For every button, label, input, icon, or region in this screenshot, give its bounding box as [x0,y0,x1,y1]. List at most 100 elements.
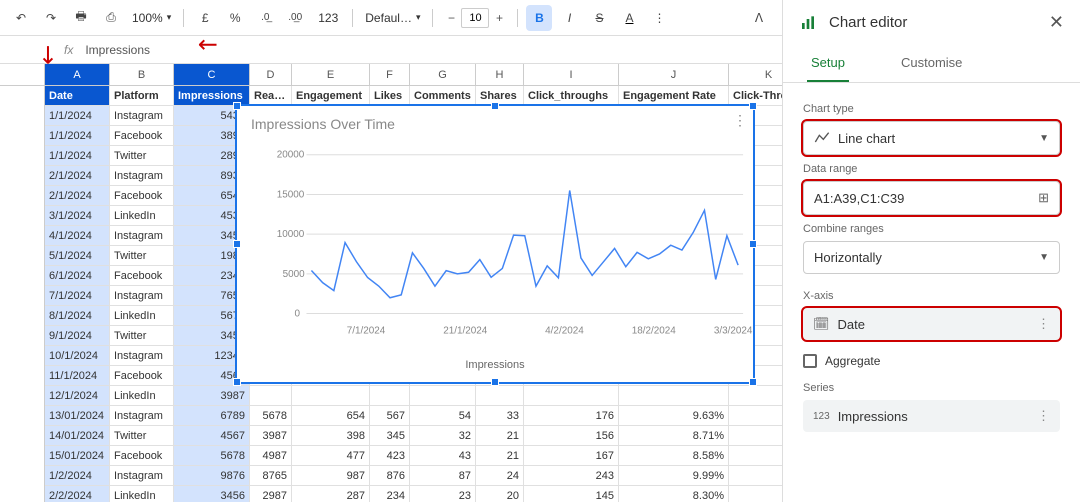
cell[interactable]: 477 [292,446,370,465]
cell[interactable] [619,386,729,405]
grid-icon[interactable]: ⊞ [1038,190,1049,206]
cell[interactable]: Facebook [110,366,174,385]
cell[interactable]: 12/1/2024 [45,386,110,405]
cell[interactable]: 423 [370,446,410,465]
cell[interactable]: Facebook [110,186,174,205]
cell[interactable]: Twitter [110,246,174,265]
close-editor-button[interactable]: ✕ [1049,12,1064,33]
cell[interactable]: 287 [292,486,370,502]
cell[interactable]: 9.99% [619,466,729,485]
cell[interactable]: 3456 [174,486,250,502]
col-header[interactable]: E [292,64,370,85]
decrease-decimal-button[interactable]: .0̲ [252,5,278,31]
series-more-button[interactable]: ⋮ [1037,408,1050,424]
cell[interactable]: Click_throughs [524,86,619,105]
cell[interactable]: Engagement Rate [619,86,729,105]
cell[interactable]: 2/1/2024 [45,166,110,185]
undo-button[interactable]: ↶ [8,5,34,31]
cell[interactable]: 2987 [250,486,292,502]
cell[interactable]: 234 [370,486,410,502]
cell[interactable]: Platform [110,86,174,105]
paint-format-button[interactable]: ⎙ [98,5,124,31]
font-size-input[interactable] [461,8,489,28]
cell[interactable]: Instagram [110,166,174,185]
cell[interactable]: 15/01/2024 [45,446,110,465]
aggregate-checkbox-row[interactable]: Aggregate [803,354,1060,368]
print-button[interactable]: 🖶 [68,5,94,31]
number-format-button[interactable]: 123 [312,5,344,31]
redo-button[interactable]: ↷ [38,5,64,31]
strike-button[interactable]: S [586,5,612,31]
font-size-decrease[interactable]: − [441,7,461,29]
cell[interactable] [476,386,524,405]
cell[interactable]: 6789 [174,406,250,425]
cell[interactable]: 1/2/2024 [45,466,110,485]
cell[interactable]: 10/1/2024 [45,346,110,365]
cell[interactable]: Instagram [110,406,174,425]
cell[interactable]: 1/1/2024 [45,146,110,165]
bold-button[interactable]: B [526,5,552,31]
italic-button[interactable]: I [556,5,582,31]
cell[interactable]: Facebook [110,126,174,145]
cell[interactable]: 9/1/2024 [45,326,110,345]
percent-button[interactable]: % [222,5,248,31]
zoom-dropdown[interactable]: 100%▾ [128,5,175,31]
cell[interactable]: 20 [476,486,524,502]
series-field[interactable]: 123 Impressions ⋮ [803,400,1060,432]
col-header[interactable]: I [524,64,619,85]
select-all-corner[interactable] [0,64,45,85]
cell[interactable] [292,386,370,405]
cell[interactable] [524,386,619,405]
cell[interactable] [410,386,476,405]
cell[interactable]: 8765 [250,466,292,485]
cell[interactable]: 176 [524,406,619,425]
col-header[interactable]: F [370,64,410,85]
col-header[interactable]: D [250,64,292,85]
cell[interactable]: 54 [410,406,476,425]
cell[interactable]: 345 [370,426,410,445]
tab-setup[interactable]: Setup [807,45,849,82]
cell[interactable]: Instagram [110,106,174,125]
text-color-button[interactable]: A [616,5,642,31]
chart-type-dropdown[interactable]: Line chart ▼ [803,121,1060,155]
cell[interactable]: Likes [370,86,410,105]
cell[interactable]: Facebook [110,446,174,465]
cell[interactable]: LinkedIn [110,206,174,225]
cell[interactable]: Shares [476,86,524,105]
cell[interactable]: 156 [524,426,619,445]
cell[interactable]: 1/1/2024 [45,106,110,125]
font-size-increase[interactable]: + [489,7,509,29]
cell[interactable] [250,386,292,405]
cell[interactable]: LinkedIn [110,306,174,325]
cell[interactable]: Instagram [110,346,174,365]
cell[interactable] [370,386,410,405]
cell[interactable]: 8/1/2024 [45,306,110,325]
more-toolbar-button[interactable]: ⋮ [646,5,672,31]
xaxis-field[interactable]: 🗓 Date ⋮ [803,308,1060,340]
font-dropdown[interactable]: Defaul…▾ [361,5,424,31]
embedded-chart[interactable]: ⋮ Impressions Over Time 20000 15000 1000… [235,104,755,384]
cell[interactable]: 33 [476,406,524,425]
cell[interactable]: 9876 [174,466,250,485]
cell[interactable]: 6/1/2024 [45,266,110,285]
collapse-toolbar-button[interactable]: ᐱ [746,5,772,31]
cell[interactable]: 14/01/2024 [45,426,110,445]
cell[interactable]: 4567 [174,426,250,445]
col-header[interactable]: A [45,64,110,85]
cell[interactable]: 23 [410,486,476,502]
cell[interactable]: 21 [476,446,524,465]
cell[interactable]: 11/1/2024 [45,366,110,385]
tab-customise[interactable]: Customise [897,45,966,82]
cell[interactable]: 1/1/2024 [45,126,110,145]
xaxis-more-button[interactable]: ⋮ [1037,316,1050,332]
cell[interactable]: 654 [292,406,370,425]
cell[interactable]: 2/2/2024 [45,486,110,502]
cell[interactable]: 987 [292,466,370,485]
cell[interactable]: 21 [476,426,524,445]
cell[interactable]: Date [45,86,110,105]
cell[interactable]: 4/1/2024 [45,226,110,245]
cell[interactable]: 5678 [174,446,250,465]
cell[interactable]: 32 [410,426,476,445]
cell[interactable]: 3987 [174,386,250,405]
currency-button[interactable]: £ [192,5,218,31]
